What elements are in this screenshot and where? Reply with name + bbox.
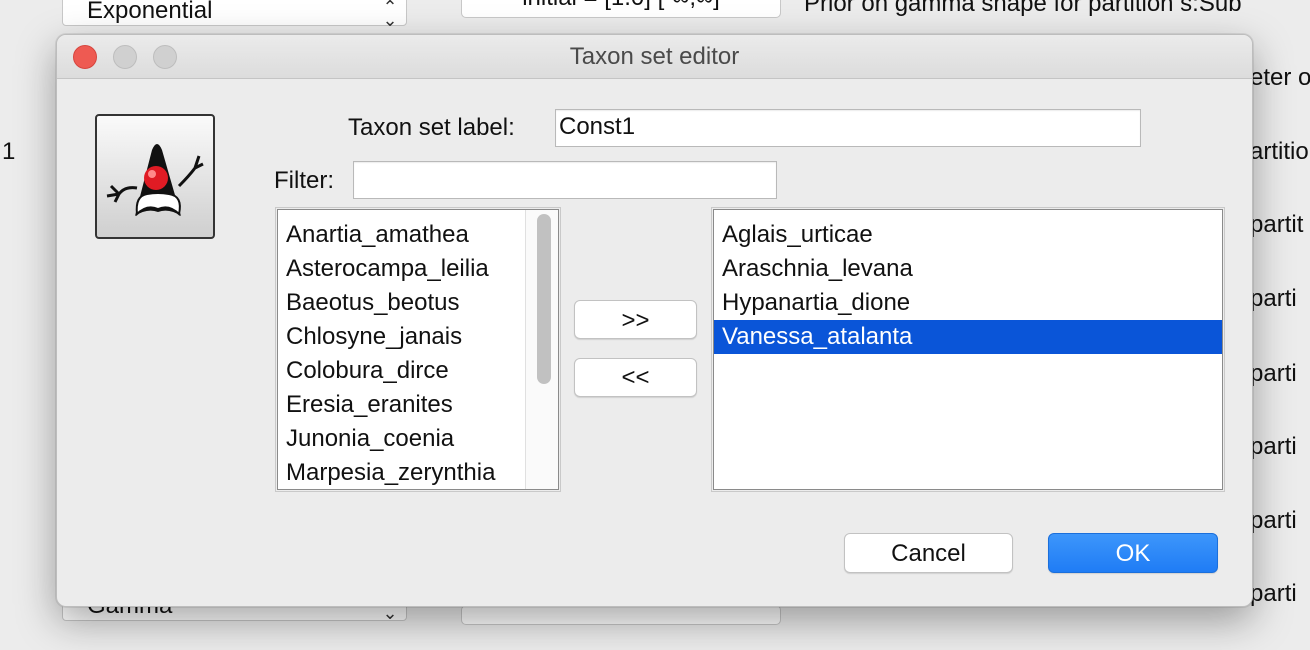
bg-fragment: eter o (1250, 64, 1310, 91)
ok-button[interactable]: OK (1048, 533, 1218, 573)
title-bar[interactable]: Taxon set editor (57, 35, 1252, 79)
scrollbar-thumb[interactable] (537, 214, 551, 384)
chevron-updown-icon: ⌃ ⌄ (382, 0, 398, 30)
list-item-selected[interactable]: Vanessa_atalanta (714, 320, 1222, 354)
list-item[interactable]: Junonia_coenia (278, 422, 524, 456)
bg-fragment: artitio (1250, 138, 1309, 165)
initial-value-button[interactable]: initial = [1.0] [-∞,∞] (461, 0, 781, 18)
list-item[interactable]: Asterocampa_leilia (278, 252, 524, 286)
list-item[interactable]: Aglais_urticae (714, 218, 1222, 252)
available-taxa-list[interactable]: Anartia_amathea Asterocampa_leilia Baeot… (275, 207, 561, 492)
bg-fragment: parti (1250, 580, 1297, 607)
dialog-title: Taxon set editor (569, 43, 740, 70)
filter-caption: Filter: (274, 167, 334, 194)
initial-value-label: initial = [1.0] [-∞,∞] (522, 0, 720, 11)
vertical-scrollbar[interactable] (525, 210, 558, 489)
selected-taxa-list[interactable]: Aglais_urticae Araschnia_levana Hypanart… (711, 207, 1225, 492)
list-item[interactable]: Araschnia_levana (714, 252, 1222, 286)
taxon-set-label-caption: Taxon set label: (348, 114, 515, 141)
list-item[interactable]: Colobura_dirce (278, 354, 524, 388)
bg-fragment: parti (1250, 433, 1297, 460)
list-item[interactable]: Chlosyne_janais (278, 320, 524, 354)
java-duke-icon (95, 114, 215, 239)
row-number: 1 (2, 138, 16, 165)
remove-taxa-button[interactable]: << (574, 358, 697, 397)
taxon-set-label-input[interactable]: Const1 (555, 109, 1141, 147)
bg-fragment: partit (1250, 211, 1304, 238)
cancel-button[interactable]: Cancel (844, 533, 1013, 573)
add-taxa-button[interactable]: >> (574, 300, 697, 339)
chevron-down-icon: ⌄ (382, 603, 398, 623)
list-item[interactable]: Eresia_eranites (278, 388, 524, 422)
bg-fragment: parti (1250, 285, 1297, 312)
list-item[interactable]: Hypanartia_dione (714, 286, 1222, 320)
list-item[interactable]: Anartia_amathea (278, 218, 524, 252)
prior-description: Prior on gamma shape for partition s:Sub (804, 0, 1242, 17)
list-item[interactable]: Marpesia_zerynthia (278, 456, 524, 489)
bg-fragment: parti (1250, 507, 1297, 534)
bg-button-bottom[interactable] (461, 605, 781, 625)
bg-fragment: parti (1250, 360, 1297, 387)
distribution-select-top[interactable]: Exponential ⌃ ⌄ (62, 0, 407, 30)
taxon-set-editor-dialog: Taxon set editor Taxon set label: Const1… (56, 34, 1253, 607)
distribution-select-top-value: Exponential (87, 0, 213, 24)
list-item[interactable]: Baeotus_beotus (278, 286, 524, 320)
filter-input[interactable] (353, 161, 777, 199)
